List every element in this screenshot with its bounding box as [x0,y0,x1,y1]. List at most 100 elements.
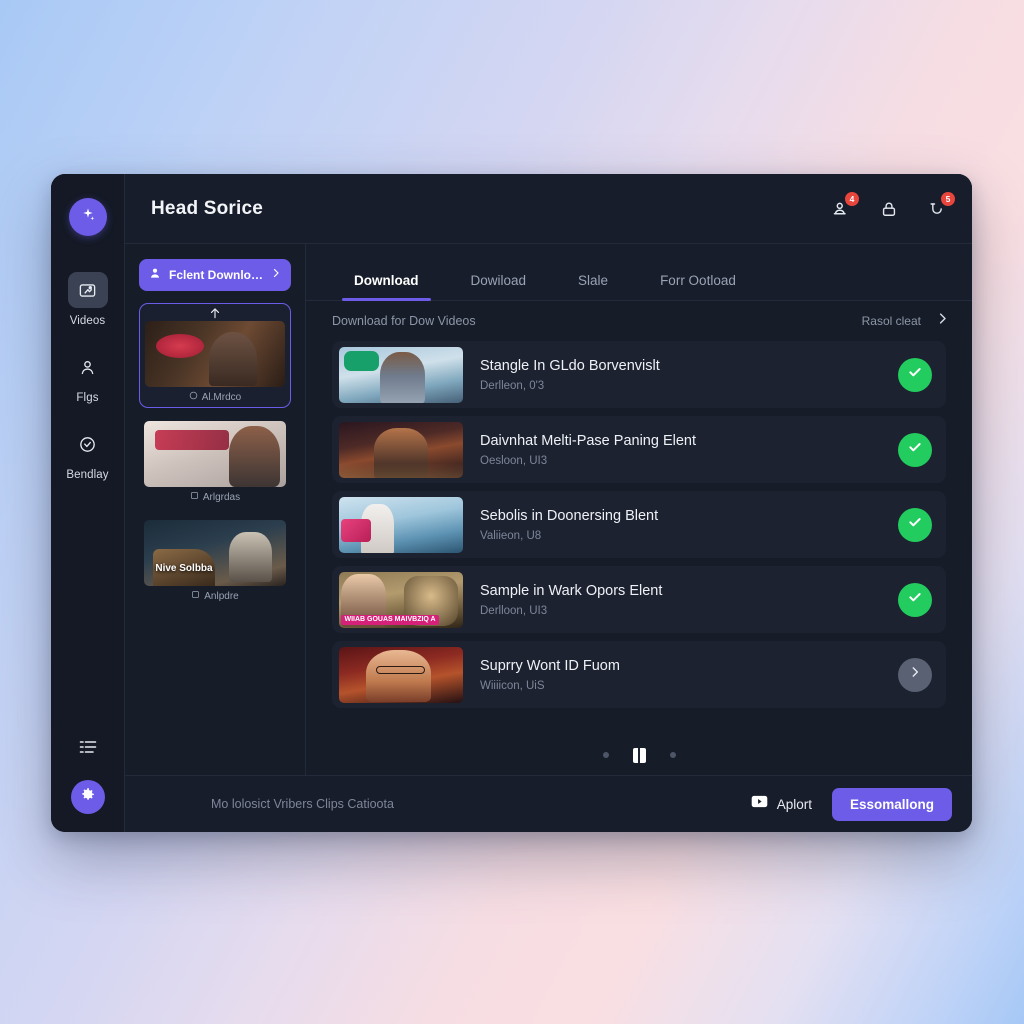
section-action[interactable]: Rasol cleat [862,311,950,331]
tab-bar: Download Dowiload Slale Forr Ootload [306,244,972,301]
video-thumbnail [145,321,285,387]
app-window: Videos Flgs Bendlay Head Sorice 4 5 Fcle… [51,174,972,832]
row-thumbnail [339,646,463,703]
row-status-done-button[interactable] [898,507,932,542]
page-title: Head Sorice [151,197,264,219]
sidebar-nav: Videos Flgs Bendlay [51,272,124,481]
sidebar-rail: Videos Flgs Bendlay [51,174,125,832]
row-thumbnail [339,346,463,403]
pagination-dot[interactable] [602,752,609,758]
check-icon [907,364,923,385]
footer-actions: Aplort Essomallong [751,787,952,821]
video-card[interactable]: Nive Solbba Anlpdre [139,515,291,606]
person-icon [148,266,162,285]
row-title: Sample in Wark Opors Elent [480,582,663,599]
footer-bar: Mo lolosict Vribers Clips Catioota Aplor… [125,775,972,832]
chevron-right-icon [908,665,922,684]
youtube-label: Aplort [776,796,812,812]
table-row[interactable]: WIIAB GOUAS MAIVBZIQ A Sample in Wark Op… [332,566,946,633]
check-icon [907,589,923,610]
youtube-icon [751,795,768,813]
row-title: Stangle In GLdo Borvenvislt [480,357,660,374]
row-status-done-button[interactable] [898,582,932,617]
chevron-right-icon [935,311,950,331]
main-content: Download Dowiload Slale Forr Ootload Dow… [306,244,972,775]
video-caption-text: Al.Mrdco [201,391,242,403]
pagination-dot-active[interactable] [632,747,646,763]
table-row[interactable]: Sebolis in Doonersing Blent Valiieon, U8 [332,491,946,558]
sidebar-item-videos[interactable]: Videos [51,272,124,327]
body-area: Fclent Download Al.Mrdco Arlgrdas Nive S… [125,244,972,775]
table-row[interactable]: Suprry Wont ID Fuom Wiiiicon, UiS [332,641,946,708]
row-subtitle: Derlloon, UI3 [480,604,548,617]
camera-icon [191,590,200,602]
youtube-action[interactable]: Aplort [751,795,812,813]
tab-forr-ootload[interactable]: Forr Ootload [634,273,762,300]
video-caption-text: Arlgrdas [202,491,241,503]
camera-icon [189,391,198,403]
check-icon [907,439,923,460]
video-side-panel: Fclent Download Al.Mrdco Arlgrdas Nive S… [125,244,306,775]
section-action-label: Rasol cleat [861,314,921,328]
row-title: Sebolis in Doonersing Blent [480,507,659,524]
sidebar-label-flgs: Flgs [76,392,99,404]
contact-badge: 4 [845,191,859,206]
person-icon [68,349,108,385]
sidebar-label-videos: Videos [69,315,106,327]
video-caption: Al.Mrdco [145,387,285,403]
row-subtitle: Derlleon, 0'3 [480,379,545,392]
clock-check-icon [68,426,108,462]
table-row[interactable]: Daivnhat Melti-Pase Paning Elent Oesloon… [332,416,946,483]
primary-cta-button[interactable]: Essomallong [831,787,952,821]
contact-card-icon[interactable]: 4 [830,191,859,220]
row-text: Daivnhat Melti-Pase Paning Elent Oesloon… [463,433,898,467]
tab-download[interactable]: Download [328,273,445,301]
window-content: Head Sorice 4 5 Fclent Download Al.Mrdco… [125,174,972,832]
notification-bell-icon[interactable]: 5 [926,191,955,220]
row-text: Stangle In GLdo Borvenvislt Derlleon, 0'… [463,358,898,392]
settings-button[interactable] [70,780,105,814]
recent-download-button[interactable]: Fclent Download [139,259,291,291]
top-bar-actions: 4 5 [830,191,955,220]
video-card[interactable]: Arlgrdas [139,416,291,507]
row-status-done-button[interactable] [898,357,932,392]
upload-arrow-icon [145,306,285,320]
tab-slale[interactable]: Slale [552,273,634,300]
row-text: Suprry Wont ID Fuom Wiiiicon, UiS [463,658,898,692]
video-caption-text: Anlpdre [204,590,239,602]
footer-note: Mo lolosict Vribers Clips Catioota [211,797,394,811]
row-subtitle: Wiiiicon, UiS [480,679,545,692]
notification-badge: 5 [941,191,955,206]
section-title: Download for Dow Videos [332,314,476,328]
row-thumbnail [339,496,463,553]
video-thumbnail [144,421,286,487]
video-caption: Anlpdre [144,586,286,602]
top-bar: Head Sorice 4 5 [125,174,972,244]
tab-dowiload[interactable]: Dowiload [445,273,553,300]
check-icon [907,514,923,535]
pagination-dot[interactable] [669,752,676,758]
row-next-button[interactable] [898,657,932,692]
sidebar-item-bendlay[interactable]: Bendlay [51,426,124,481]
row-status-done-button[interactable] [898,432,932,467]
row-subtitle: Valiieon, U8 [480,529,542,542]
thumbnail-overlay-text: Nive Solbba [155,563,213,575]
camera-icon [190,491,199,503]
row-thumbnail [339,421,463,478]
chevron-right-icon [270,266,282,284]
table-row[interactable]: Stangle In GLdo Borvenvislt Derlleon, 0'… [332,341,946,408]
sidebar-label-bendlay: Bendlay [66,469,109,481]
list-menu-icon[interactable] [78,739,98,760]
video-upload-icon [67,272,108,308]
sidebar-item-flgs[interactable]: Flgs [51,349,124,404]
brand-button[interactable] [68,198,107,236]
video-card-selected[interactable]: Al.Mrdco [139,303,291,408]
video-caption: Arlgrdas [144,487,286,503]
sparkle-icon [80,207,96,228]
lock-icon[interactable] [878,198,900,220]
sidebar-bottom-actions [70,739,105,814]
download-list: Stangle In GLdo Borvenvislt Derlleon, 0'… [306,341,972,735]
row-thumbnail: WIIAB GOUAS MAIVBZIQ A [339,571,463,628]
row-title: Daivnhat Melti-Pase Paning Elent [480,432,697,449]
row-text: Sample in Wark Opors Elent Derlloon, UI3 [463,583,898,617]
